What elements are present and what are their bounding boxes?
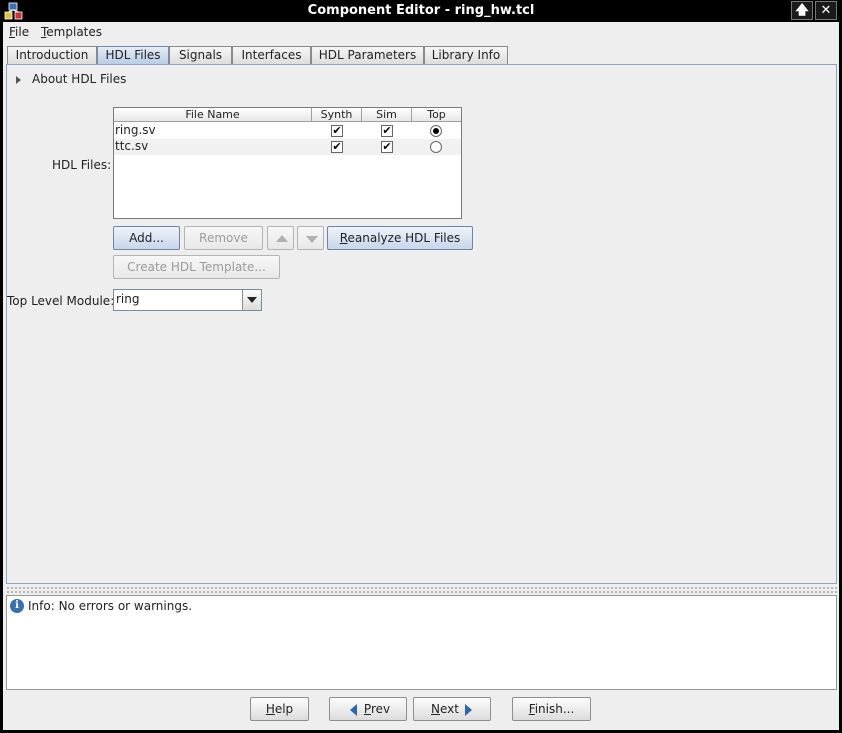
tab-hdl-parameters[interactable]: HDL Parameters (311, 46, 424, 64)
menu-file-label: ile (15, 25, 30, 39)
move-up-button[interactable] (267, 226, 294, 250)
add-file-button[interactable]: Add... (113, 226, 180, 250)
menu-file[interactable]: File (9, 24, 29, 40)
finish-button[interactable]: Finish... (512, 697, 591, 721)
info-message: Info: No errors or warnings. (28, 599, 193, 613)
top-radio[interactable] (430, 141, 442, 153)
arrow-down-icon (306, 236, 318, 243)
chevron-down-icon[interactable] (242, 290, 261, 310)
menu-bar: File Templates (3, 22, 839, 42)
table-row[interactable]: ttc.sv ✔ ✔ (114, 139, 461, 155)
column-header-file-name[interactable]: File Name (114, 108, 312, 122)
title-bar[interactable]: Component Editor - ring_hw.tcl 🡅 ✕ (0, 0, 842, 22)
help-mnemonic: H (265, 702, 275, 716)
prev-mnemonic: P (363, 702, 371, 716)
tab-signals[interactable]: Signals (169, 46, 232, 64)
tab-introduction[interactable]: Introduction (7, 46, 97, 64)
prev-button[interactable]: Prev (329, 697, 407, 721)
top-level-module-select[interactable]: ring (113, 289, 262, 311)
reanalyze-hdl-files-button[interactable]: Reanalyze HDL Files (327, 226, 473, 250)
reanalyze-mnemonic: R (339, 231, 348, 245)
column-header-sim[interactable]: Sim (362, 108, 412, 122)
next-button[interactable]: Next (413, 697, 491, 721)
file-name-cell: ttc.sv (115, 139, 149, 153)
sim-checkbox[interactable]: ✔ (381, 141, 393, 153)
about-hdl-files-toggle[interactable]: About HDL Files (32, 72, 126, 86)
reanalyze-label: eanalyze HDL Files (347, 231, 461, 245)
menu-templates[interactable]: Templates (41, 24, 102, 40)
arrow-up-icon (276, 235, 288, 242)
column-header-synth[interactable]: Synth (312, 108, 362, 122)
finish-label: inish... (534, 702, 575, 716)
top-radio[interactable] (430, 125, 442, 137)
prev-label: rev (370, 702, 391, 716)
panel-splitter[interactable] (6, 586, 837, 593)
help-label: elp (274, 702, 294, 716)
tab-hdl-files[interactable]: HDL Files (97, 46, 169, 64)
file-name-cell: ring.sv (115, 123, 156, 137)
tab-library-info[interactable]: Library Info (424, 46, 508, 64)
next-mnemonic: N (431, 702, 440, 716)
menu-templates-label: emplates (46, 25, 103, 39)
arrow-right-icon (465, 704, 472, 716)
close-button[interactable]: ✕ (815, 1, 837, 20)
top-level-module-label: Top Level Module: (7, 294, 115, 308)
table-row[interactable]: ring.sv ✔ ✔ (114, 123, 461, 139)
expand-arrow-icon[interactable] (16, 76, 21, 84)
next-label: ext (440, 702, 459, 716)
synth-checkbox[interactable]: ✔ (331, 141, 343, 153)
window-title: Component Editor - ring_hw.tcl (307, 3, 535, 18)
create-hdl-template-button[interactable]: Create HDL Template... (113, 255, 280, 279)
info-icon: i (10, 599, 24, 613)
column-header-top[interactable]: Top (412, 108, 461, 122)
sim-checkbox[interactable]: ✔ (381, 125, 393, 137)
remove-file-button[interactable]: Remove (184, 226, 263, 250)
arrow-left-icon (350, 704, 357, 716)
message-panel: i Info: No errors or warnings. (6, 595, 837, 690)
synth-checkbox[interactable]: ✔ (331, 125, 343, 137)
hdl-files-table[interactable]: File Name Synth Sim Top ring.sv ✔ ✔ ttc.… (113, 107, 462, 219)
tab-interfaces[interactable]: Interfaces (232, 46, 311, 64)
hdl-files-label: HDL Files: (52, 158, 112, 172)
help-button[interactable]: Help (250, 697, 309, 721)
window-body: File Templates Introduction HDL Files Si… (3, 22, 839, 730)
maximize-button[interactable]: 🡅 (791, 1, 813, 20)
top-level-module-value: ring (116, 292, 140, 306)
move-down-button[interactable] (297, 226, 324, 250)
